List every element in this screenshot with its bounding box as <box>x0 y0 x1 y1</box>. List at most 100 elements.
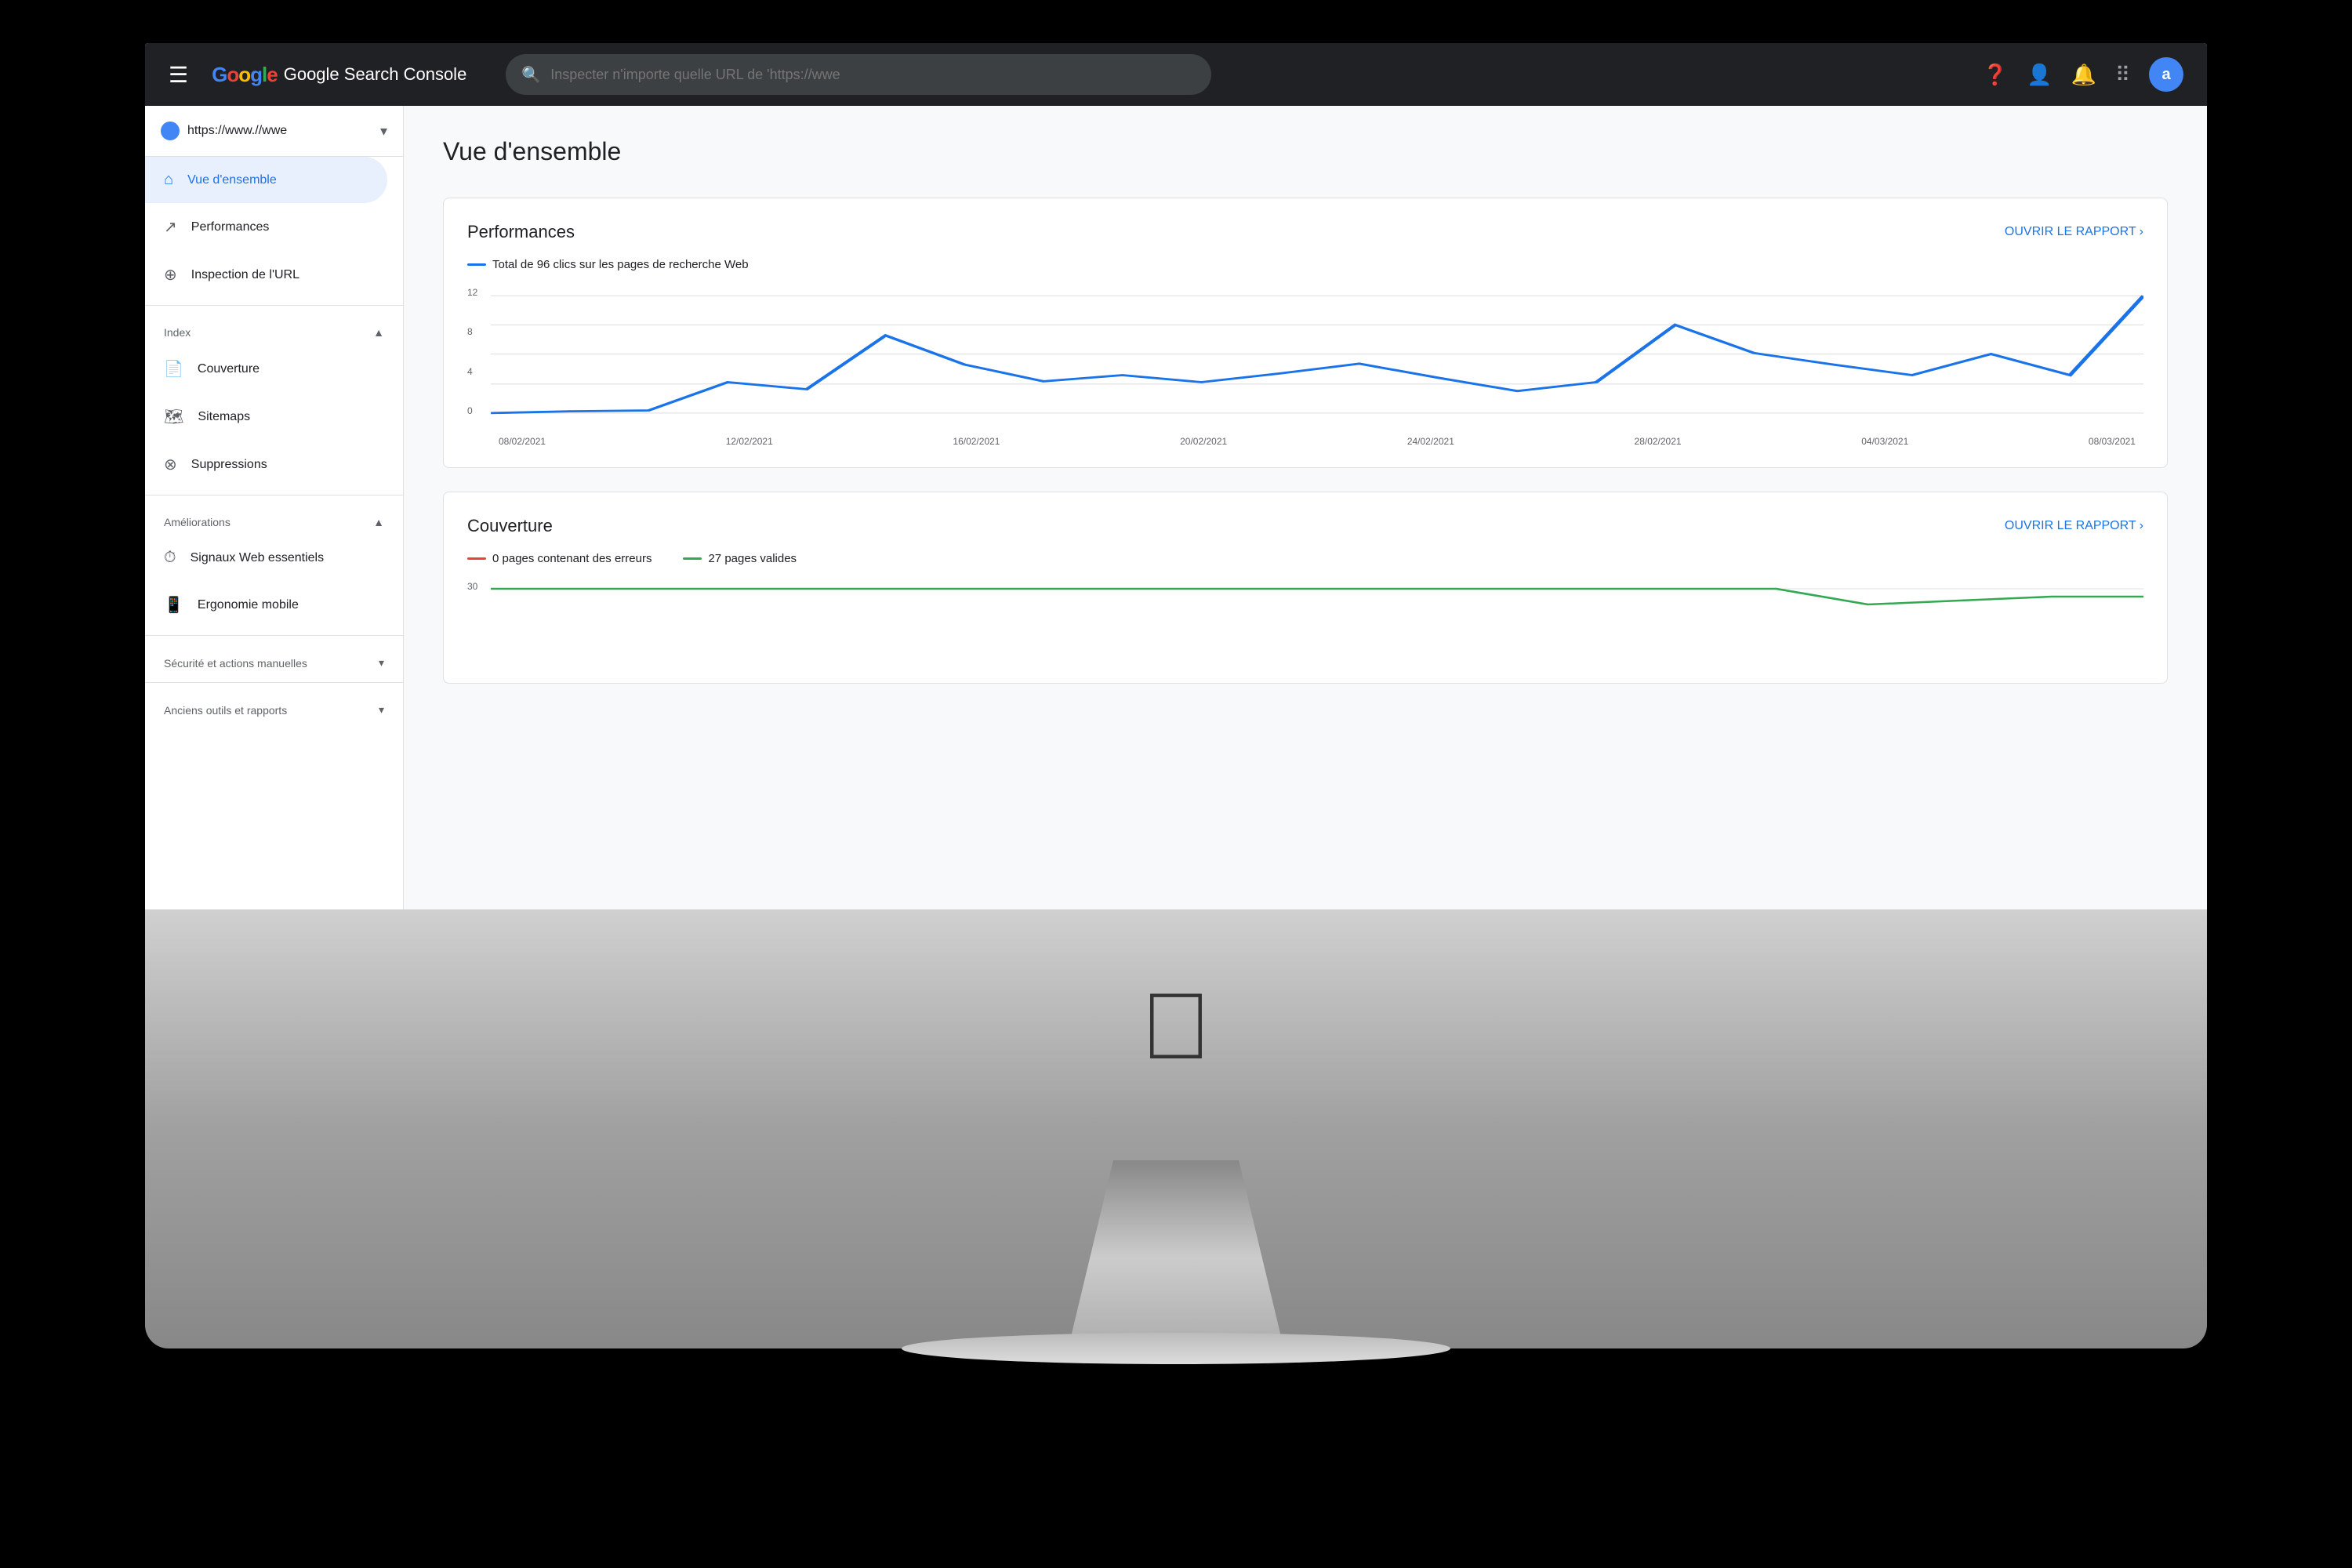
nav-divider-3 <box>145 635 403 636</box>
performances-chart: 12 8 4 0 <box>467 287 2143 444</box>
sidebar-item-suppressions[interactable]: ⊗ Suppressions <box>145 441 387 488</box>
sidebar-item-inspection-url[interactable]: ⊕ Inspection de l'URL <box>145 251 387 299</box>
couverture-card: Couverture OUVRIR LE RAPPORT › 0 pages c… <box>443 492 2168 684</box>
x-label-7: 08/03/2021 <box>2089 436 2136 447</box>
couverture-card-header: Couverture OUVRIR LE RAPPORT › <box>467 516 2143 536</box>
y-label-0: 0 <box>467 405 477 416</box>
sidebar-item-sitemaps[interactable]: 🗺 Sitemaps <box>145 393 387 441</box>
hamburger-icon[interactable]: ☰ <box>169 62 188 88</box>
main-layout: https://www.//wwe ▾ ⌂ Vue d'ensemble ↗ P… <box>145 106 2207 968</box>
x-label-5: 28/02/2021 <box>1635 436 1682 447</box>
couverture-report-link[interactable]: OUVRIR LE RAPPORT › <box>2005 519 2143 533</box>
section-header-anciens-outils[interactable]: Anciens outils et rapports ▾ <box>145 689 403 723</box>
couverture-card-title: Couverture <box>467 516 553 536</box>
suppressions-icon: ⊗ <box>164 455 177 474</box>
couverture-chevron-right-icon: › <box>2140 519 2143 533</box>
performances-card-title: Performances <box>467 222 575 242</box>
couverture-chart-svg <box>491 581 2143 659</box>
x-label-0: 08/02/2021 <box>499 436 546 447</box>
x-label-2: 16/02/2021 <box>953 436 1000 447</box>
monitor-screen: ☰ Google Google Search Console 🔍 ❓ 👤 🔔 ⠿… <box>145 43 2207 968</box>
nav-label-vue-ensemble: Vue d'ensemble <box>187 173 277 187</box>
monitor-body:  <box>145 909 2207 1348</box>
section-header-index[interactable]: Index ▲ <box>145 312 403 345</box>
section-header-ameliorations[interactable]: Améliorations ▲ <box>145 502 403 535</box>
sidebar: https://www.//wwe ▾ ⌂ Vue d'ensemble ↗ P… <box>145 106 404 968</box>
performances-report-link[interactable]: OUVRIR LE RAPPORT › <box>2005 225 2143 239</box>
legend-valid: 27 pages valides <box>683 552 797 565</box>
apple-logo:  <box>1141 972 1211 1080</box>
nav-label-couverture: Couverture <box>198 362 260 376</box>
nav-label-suppressions: Suppressions <box>191 458 267 472</box>
main-content: Vue d'ensemble Performances OUVRIR LE RA… <box>404 106 2207 968</box>
topbar: ☰ Google Google Search Console 🔍 ❓ 👤 🔔 ⠿… <box>145 43 2207 106</box>
performances-chart-svg <box>491 287 2143 428</box>
mobile-icon: 📱 <box>164 595 183 615</box>
chart-x-labels: 08/02/2021 12/02/2021 16/02/2021 20/02/2… <box>491 436 2143 447</box>
section-label-securite: Sécurité et actions manuelles <box>164 657 307 670</box>
y-label-12: 12 <box>467 287 477 298</box>
y-label-4: 4 <box>467 366 477 377</box>
trending-icon: ↗ <box>164 217 177 237</box>
legend-valid-text: 27 pages valides <box>708 552 797 565</box>
performances-card-header: Performances OUVRIR LE RAPPORT › <box>467 222 2143 242</box>
couverture-y-label: 30 <box>467 581 477 592</box>
x-label-1: 12/02/2021 <box>726 436 773 447</box>
section-label-anciens-outils: Anciens outils et rapports <box>164 704 287 717</box>
performances-card: Performances OUVRIR LE RAPPORT › Total d… <box>443 198 2168 468</box>
section-label-index: Index <box>164 326 191 339</box>
couverture-icon: 📄 <box>164 359 183 379</box>
y-label-8: 8 <box>467 326 477 337</box>
app-logo: Google Google Search Console <box>212 63 466 87</box>
couverture-chart: 30 <box>467 581 2143 659</box>
url-search-bar[interactable]: 🔍 <box>506 54 1211 95</box>
search-input[interactable] <box>550 67 1196 83</box>
nav-label-sitemaps: Sitemaps <box>198 410 250 424</box>
nav-label-inspection-url: Inspection de l'URL <box>191 268 299 282</box>
couverture-legend: 0 pages contenant des erreurs 27 pages v… <box>467 552 2143 565</box>
sitemaps-icon: 🗺 <box>164 407 183 426</box>
section-collapse-anciens-outils: ▾ <box>379 703 384 717</box>
sidebar-item-ergonomie-mobile[interactable]: 📱 Ergonomie mobile <box>145 581 387 629</box>
notifications-icon[interactable]: 🔔 <box>2071 63 2096 87</box>
legend-line-green <box>683 557 702 560</box>
search-icon: 🔍 <box>521 65 541 85</box>
x-label-4: 24/02/2021 <box>1407 436 1454 447</box>
site-url: https://www.//wwe <box>187 124 372 138</box>
help-icon[interactable]: ❓ <box>1983 63 2008 87</box>
nav-divider-4 <box>145 682 403 683</box>
sidebar-item-signaux-web[interactable]: ⏱ Signaux Web essentiels <box>145 535 387 581</box>
x-label-6: 04/03/2021 <box>1861 436 1908 447</box>
legend-errors-text: 0 pages contenant des erreurs <box>492 552 652 565</box>
topbar-actions: ❓ 👤 🔔 ⠿ a <box>1983 57 2183 92</box>
apps-icon[interactable]: ⠿ <box>2115 63 2130 87</box>
section-label-ameliorations: Améliorations <box>164 516 230 528</box>
accounts-icon[interactable]: 👤 <box>2027 63 2052 87</box>
x-label-3: 20/02/2021 <box>1180 436 1227 447</box>
sidebar-item-vue-ensemble[interactable]: ⌂ Vue d'ensemble <box>145 157 387 203</box>
sidebar-item-couverture[interactable]: 📄 Couverture <box>145 345 387 393</box>
google-logo-text: Google <box>212 63 278 87</box>
legend-line-blue <box>467 263 486 266</box>
inspect-icon: ⊕ <box>164 265 177 285</box>
nav-label-performances: Performances <box>191 220 270 234</box>
chevron-right-icon: › <box>2140 225 2143 239</box>
home-icon: ⌂ <box>164 171 173 189</box>
user-avatar[interactable]: a <box>2149 57 2183 92</box>
nav-divider-1 <box>145 305 403 306</box>
legend-errors: 0 pages contenant des erreurs <box>467 552 652 565</box>
signaux-icon: ⏱ <box>164 549 176 567</box>
section-header-securite[interactable]: Sécurité et actions manuelles ▾ <box>145 642 403 676</box>
performances-legend: Total de 96 clics sur les pages de reche… <box>467 258 2143 271</box>
section-collapse-securite: ▾ <box>379 656 384 670</box>
nav-label-signaux-web: Signaux Web essentiels <box>191 551 324 565</box>
legend-line-red <box>467 557 486 560</box>
page-title: Vue d'ensemble <box>443 137 2168 166</box>
monitor-base <box>902 1333 1450 1364</box>
site-selector[interactable]: https://www.//wwe ▾ <box>145 106 403 157</box>
section-collapse-index: ▲ <box>373 326 384 339</box>
nav-label-ergonomie-mobile: Ergonomie mobile <box>198 598 299 612</box>
sidebar-item-performances[interactable]: ↗ Performances <box>145 203 387 251</box>
monitor-stand <box>1019 1160 1333 1356</box>
app-title: Google Search Console <box>284 64 467 85</box>
